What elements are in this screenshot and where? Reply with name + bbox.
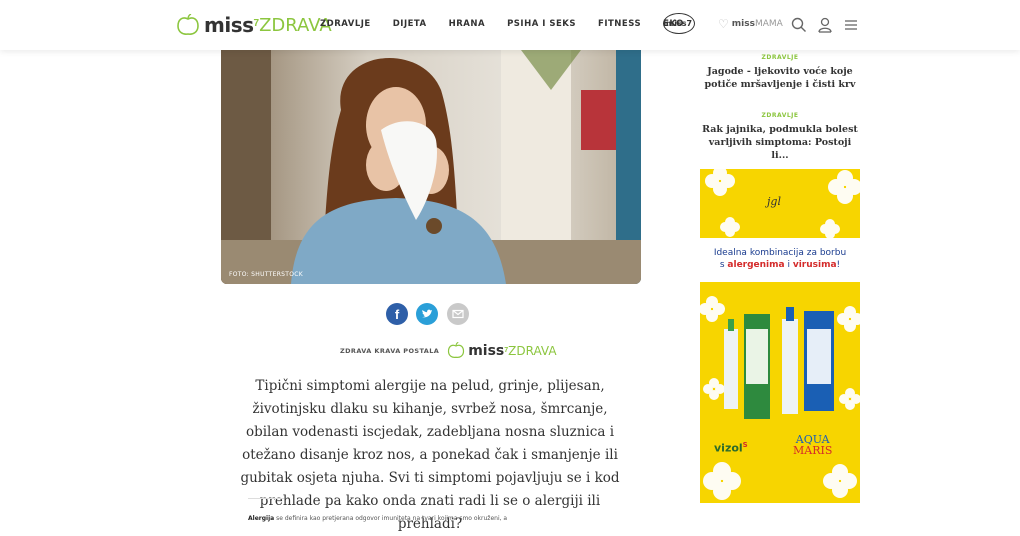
twitter-share-button[interactable] [416, 303, 438, 325]
ad-headline-line-2: s alergenima i virusima! [700, 260, 860, 270]
sidebar-category: ZDRAVLJE [761, 54, 799, 61]
svg-text:f: f [395, 307, 400, 322]
ad-headline-box: Idealna kombinacija za borbu s alergenim… [700, 238, 860, 282]
article-byline: ZDRAVA KRAVA POSTALA miss 7 ZDRAVA [340, 342, 557, 359]
search-icon[interactable] [790, 16, 808, 34]
mama-miss-text: miss [731, 19, 755, 29]
photo-credit: FOTO: SHUTTERSTOCK [229, 271, 304, 278]
heart-icon: ♡ [718, 17, 729, 31]
logo-sup: 7 [253, 17, 260, 29]
sidebar-category: ZDRAVLJE [761, 112, 799, 119]
body-text: se definira kao pretjerana odgovor imuni… [274, 515, 508, 522]
ad-headline-text: ! [836, 260, 841, 270]
apple-logo-icon [176, 14, 200, 36]
missmama-link[interactable]: ♡ miss MAMA [718, 17, 783, 31]
sidebar-title[interactable]: Jagode - ljekovito voće koje potiče mrša… [700, 65, 860, 91]
body-bold-word: Alergija [248, 515, 275, 522]
ad-brand-jgl: jgl [767, 195, 781, 208]
lead-divider [248, 498, 284, 499]
ad-headline-bold: alergenima [727, 260, 785, 270]
facebook-icon: f [395, 307, 400, 322]
nav-item-fitness[interactable]: FITNESS [598, 19, 641, 29]
sidebar-article-1[interactable]: ZDRAVLJE Jagode - ljekovito voće koje po… [700, 54, 860, 91]
vizol-text: vizol [714, 441, 743, 455]
article-lead: Tipični simptomi alergije na pelud, grin… [240, 378, 620, 532]
facebook-share-button[interactable]: f [386, 303, 408, 325]
ad-headline-line-1: Idealna kombinacija za borbu [713, 248, 847, 258]
menu-icon[interactable] [842, 16, 860, 34]
byline-miss: miss [468, 342, 505, 359]
vizol-sup: S [742, 441, 748, 449]
maris-text: MARIS [793, 444, 833, 457]
ad-product-aqua-maris: AQUA MARIS [793, 434, 832, 456]
sidebar-advertisement[interactable]: jgl Idealna kombinacija za borbu s alerg… [700, 169, 860, 503]
miss7-link[interactable]: miss7 [663, 13, 695, 34]
email-icon [452, 309, 464, 319]
nav-item-zdravlje[interactable]: ZDRAVLJE [320, 19, 371, 29]
apple-logo-icon [448, 342, 465, 358]
nav-item-dijeta[interactable]: DIJETA [393, 19, 427, 29]
site-logo[interactable]: miss 7 ZDRAVA [176, 12, 332, 38]
byline-prefix: ZDRAVA KRAVA POSTALA [340, 346, 440, 355]
article-hero-image: FOTO: SHUTTERSTOCK [221, 50, 641, 284]
ad-headline-text: i [784, 260, 793, 270]
article-body-first-line: Alergija se definira kao pretjerana odgo… [248, 515, 507, 522]
email-share-button[interactable] [447, 303, 469, 325]
logo-miss-text: miss [204, 13, 254, 37]
nav-item-psiha-i-seks[interactable]: PSIHA I SEKS [507, 19, 576, 29]
mama-label: MAMA [754, 19, 783, 29]
site-header: miss 7 ZDRAVA ZDRAVLJE DIJETA HRANA PSIH… [0, 0, 1020, 50]
byline-zdrava: ZDRAVA [508, 343, 557, 358]
sidebar-article-2[interactable]: ZDRAVLJE Rak jajnika, podmukla bolest va… [700, 112, 860, 162]
sidebar-title[interactable]: Rak jajnika, podmukla bolest varljivih s… [700, 123, 860, 162]
main-nav: ZDRAVLJE DIJETA HRANA PSIHA I SEKS FITNE… [320, 19, 706, 29]
twitter-icon [422, 309, 432, 318]
ad-product-vizol: vizolS [714, 441, 748, 455]
nav-item-hrana[interactable]: HRANA [449, 19, 485, 29]
ad-headline-bold: virusima [792, 260, 837, 270]
user-icon[interactable] [816, 16, 834, 34]
